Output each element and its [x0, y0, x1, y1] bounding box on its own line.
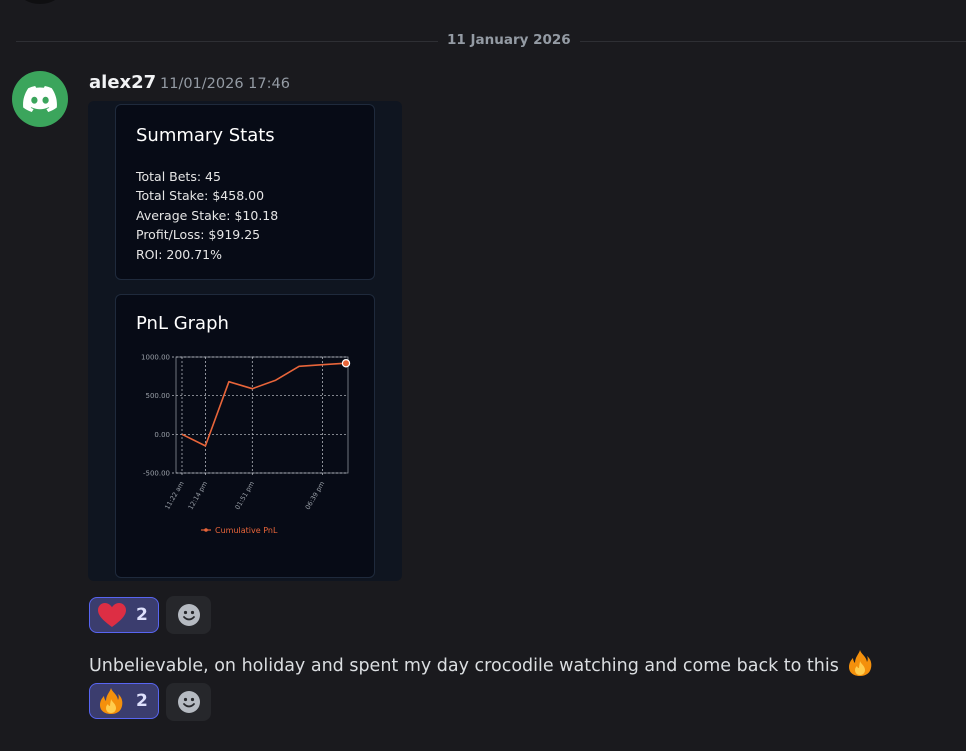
stat-total-stake: Total Stake: $458.00	[136, 188, 265, 203]
reaction-fire-count: 2	[136, 691, 148, 711]
y-tick-label: 500.00	[146, 392, 171, 400]
stat-total-bets: Total Bets: 45	[136, 169, 221, 184]
legend-label: Cumulative PnL	[215, 526, 278, 535]
reaction-fire[interactable]: 2	[89, 683, 159, 719]
stat-profit-loss: Profit/Loss: $919.25	[136, 227, 261, 242]
fire-emoji	[100, 688, 123, 714]
x-tick-label: 01:51 pm	[233, 480, 256, 511]
message-timestamp[interactable]: 11/01/2026 17:46	[160, 76, 290, 92]
add-reaction-button[interactable]	[166, 596, 211, 634]
pnl-line-chart: 1000.00 500.00 0.00 -500.00 11:22 am 12:14 pm…	[141, 354, 351, 535]
y-tick-label: -500.00	[143, 470, 170, 478]
author-username[interactable]: alex27	[89, 72, 156, 93]
message-text: Unbelievable, on holiday and spent my da…	[89, 656, 839, 676]
plot-frame	[175, 356, 349, 474]
message-content: Unbelievable, on holiday and spent my da…	[89, 649, 874, 677]
add-reaction-button[interactable]	[166, 683, 211, 721]
pnl-series-line	[181, 362, 347, 447]
add-reaction-smiley-icon	[177, 604, 200, 626]
y-tick-label: 1000.00	[141, 354, 170, 362]
add-reaction-smiley-icon	[177, 691, 200, 713]
previous-author-avatar[interactable]	[20, 0, 60, 4]
pnl-last-point	[341, 359, 351, 368]
date-divider-label: 11 January 2026	[438, 32, 580, 48]
red-heart-emoji	[98, 603, 126, 627]
pnl-graph-card: PnL Graph 1000.00 500.00 0.00 -500.00 11:22 …	[115, 294, 375, 578]
stat-average-stake: Average Stake: $10.18	[136, 208, 279, 223]
author-avatar[interactable]	[12, 71, 68, 127]
summary-stats-title: Summary Stats	[136, 125, 275, 146]
summary-stats-card: Summary Stats Total Bets: 45 Total Stake…	[115, 104, 375, 280]
y-tick-label: 0.00	[154, 431, 170, 439]
reaction-heart-count: 2	[136, 605, 148, 625]
reaction-heart[interactable]: 2	[89, 597, 159, 633]
discord-logo-icon	[23, 86, 57, 112]
fire-emoji	[849, 650, 872, 676]
x-tick-label: 12:14 pm	[187, 480, 210, 511]
x-tick-label: 06:39 pm	[304, 480, 327, 511]
image-attachment[interactable]: Summary Stats Total Bets: 45 Total Stake…	[88, 101, 402, 581]
chat-view: 11 January 2026 alex27 11/01/2026 17:46 …	[0, 0, 966, 751]
legend-swatch-dot	[204, 528, 208, 532]
stat-roi: ROI: 200.71%	[136, 247, 223, 262]
x-tick-label: 11:22 am	[163, 480, 185, 511]
